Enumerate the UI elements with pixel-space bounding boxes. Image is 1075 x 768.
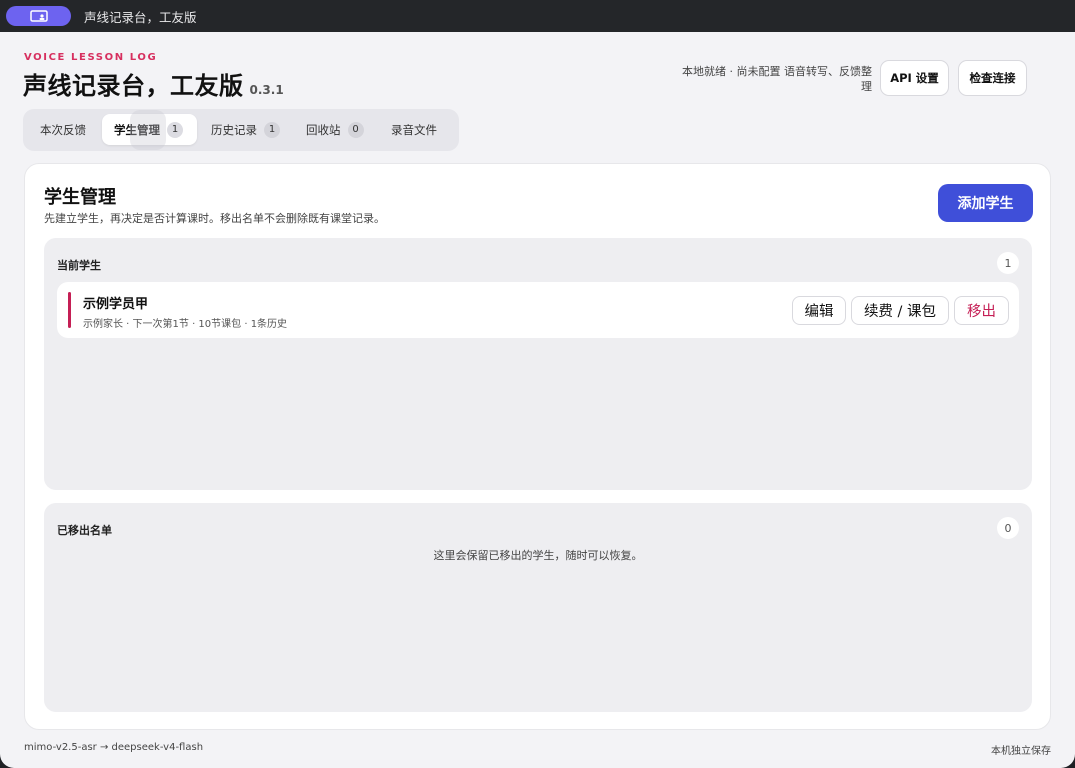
tab-label: 历史记录 <box>211 122 257 137</box>
storage-status-text: 本机独立保存 <box>991 746 1051 757</box>
tab-count-badge: 1 <box>167 121 183 138</box>
tab-count-badge: 1 <box>264 121 280 138</box>
renew-package-button[interactable]: 续费 / 课包 <box>851 296 949 325</box>
remove-student-button[interactable]: 移出 <box>954 296 1009 325</box>
status-text: 本地就绪 · 尚未配置 语音转写、反馈整理 <box>682 65 872 93</box>
student-name: 示例学员甲 <box>83 297 149 312</box>
tab-feedback[interactable]: 本次反馈 <box>28 114 100 145</box>
removed-students-section: 已移出名单 0 这里会保留已移出的学生，随时可以恢复。 <box>44 503 1032 712</box>
app-version: 0.3.1 <box>249 83 284 97</box>
app-switcher-button[interactable] <box>6 6 71 26</box>
app-title: 声线记录台，工友版 0.3.1 <box>23 66 284 101</box>
student-accent-bar <box>68 292 71 328</box>
app-name: 声线记录台，工友版 <box>23 72 244 100</box>
tab-recordings[interactable]: 录音文件 <box>379 114 453 145</box>
section-label: 已移出名单 <box>57 524 112 537</box>
student-management-card: 学生管理 先建立学生，再决定是否计算课时。移出名单不会删除既有课堂记录。 添加学… <box>24 163 1051 730</box>
count-badge: 0 <box>997 517 1019 539</box>
model-pipeline-text: mimo-v2.5-asr → deepseek-v4-flash <box>24 742 204 753</box>
api-settings-button[interactable]: API 设置 <box>880 60 949 96</box>
tab-history[interactable]: 历史记录 1 <box>199 114 291 145</box>
list-item[interactable]: 示例学员甲 示例家长 · 下一次第1节 · 10节课包 · 1条历史 编辑 续费… <box>57 282 1019 338</box>
tab-label: 本次反馈 <box>40 122 86 137</box>
empty-state-text: 这里会保留已移出的学生，随时可以恢复。 <box>433 549 643 562</box>
window-title: 声线记录台，工友版 <box>84 9 197 25</box>
count-badge: 1 <box>997 252 1019 274</box>
pointer-highlight <box>130 110 166 150</box>
edit-button[interactable]: 编辑 <box>792 296 846 325</box>
current-students-section: 当前学生 1 示例学员甲 示例家长 · 下一次第1节 · 10节课包 · 1条历… <box>44 238 1032 490</box>
page-title: 学生管理 <box>44 187 116 208</box>
section-label: 当前学生 <box>57 259 101 272</box>
tab-count-badge: 0 <box>347 121 364 138</box>
title-bar: 声线记录台，工友版 <box>0 0 1075 32</box>
tab-label: 录音文件 <box>391 122 437 137</box>
monitor-user-icon <box>29 9 48 23</box>
check-connection-button[interactable]: 检查连接 <box>958 60 1027 96</box>
add-student-button[interactable]: 添加学生 <box>938 184 1033 222</box>
tab-recycle-bin[interactable]: 回收站 0 <box>294 114 374 145</box>
page-subtitle: 先建立学生，再决定是否计算课时。移出名单不会删除既有课堂记录。 <box>44 212 385 225</box>
tab-label: 回收站 <box>306 122 341 137</box>
eyebrow-label: VOICE LESSON LOG <box>24 52 158 63</box>
student-meta: 示例家长 · 下一次第1节 · 10节课包 · 1条历史 <box>83 319 288 330</box>
tab-bar: 本次反馈 学生管理 1 历史记录 1 回收站 0 录音文件 <box>23 109 459 151</box>
